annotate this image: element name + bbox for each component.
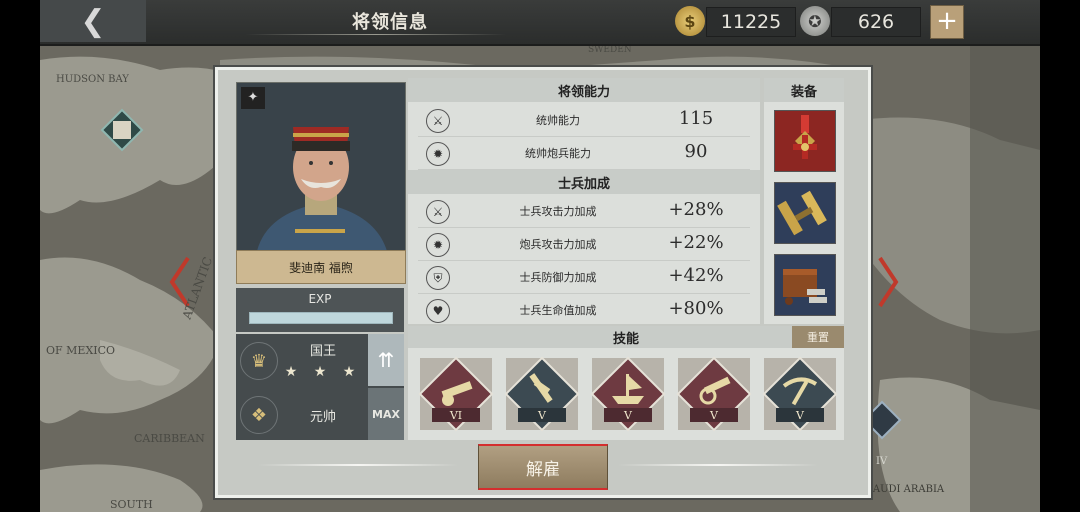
military-rank-row: ❖ 元帅: [236, 388, 366, 440]
scroll-icon: [113, 121, 131, 139]
skills-panel: 技能 重置 VI V V V V: [408, 326, 844, 440]
game-screen: IV HUDSON BAY OF MEXICO CARIBBEAN ATLANT…: [40, 0, 1040, 512]
chevron-left-icon: ❮: [80, 3, 106, 39]
general-portrait: ✦: [236, 82, 406, 252]
top-bar: ❮ 将领信息 $ 11225 ✪ 626 +: [40, 0, 1040, 46]
exp-label: EXP: [308, 292, 332, 306]
svg-text:V: V: [795, 409, 805, 422]
ship-skill-icon: V: [590, 356, 666, 432]
svg-text:V: V: [709, 409, 719, 422]
stats-panel: 将领能力 ⚔ 统帅能力 115 ✹ 统帅炮兵能力 90 士兵加成 ⚔ 士兵攻击力…: [408, 78, 760, 324]
upgrade-rank-button[interactable]: ⇈: [368, 334, 404, 386]
bonuses-header: 士兵加成: [408, 170, 760, 194]
svg-text:SWEDEN: SWEDEN: [588, 45, 632, 55]
exp-panel: EXP: [236, 288, 404, 332]
svg-text:HUDSON BAY: HUDSON BAY: [56, 74, 129, 85]
bonus-value: +80%: [668, 298, 724, 319]
gold-coin-icon: $: [675, 6, 705, 36]
skill-slot-bayonet[interactable]: V: [504, 356, 580, 432]
svg-text:CARIBBEAN: CARIBBEAN: [134, 432, 205, 445]
bonus-label: 士兵攻击力加成: [519, 205, 597, 218]
skill-slot-ship[interactable]: V: [590, 356, 666, 432]
plus-icon: +: [936, 6, 958, 36]
shield-icon: ⛨: [426, 266, 450, 290]
bonus-label: 士兵防御力加成: [519, 271, 597, 284]
svg-text:VI: VI: [449, 409, 462, 422]
equipment-slot-ammo[interactable]: [774, 254, 836, 316]
ability-label: 统帅炮兵能力: [525, 147, 591, 160]
exp-bar: [249, 312, 393, 324]
bonus-row: ♥ 士兵生命值加成 +80%: [418, 294, 750, 326]
add-currency-button[interactable]: +: [930, 5, 964, 39]
cannon-skill-icon: VI: [418, 356, 494, 432]
reset-skills-button[interactable]: 重置: [792, 326, 844, 348]
medal-icon: ✪: [800, 6, 830, 36]
svg-text:OF MEXICO: OF MEXICO: [46, 344, 115, 357]
ammo-box-icon: [783, 269, 827, 305]
bonus-row: ✹ 炮兵攻击力加成 +22%: [418, 228, 750, 261]
equipment-slot-binoculars[interactable]: [774, 182, 836, 244]
bonus-value: +22%: [668, 232, 724, 253]
skills-header: 技能: [408, 326, 844, 348]
ability-value: 90: [684, 141, 708, 162]
cannon-attack-icon: ✹: [426, 233, 450, 257]
crown-icon: ♛: [240, 342, 278, 380]
ability-row: ⚔ 统帅能力 115: [418, 104, 750, 137]
svg-text:SAUDI ARABIA: SAUDI ARABIA: [866, 484, 945, 495]
rank-title: 国王: [309, 344, 336, 359]
bayonet-skill-icon: V: [504, 356, 580, 432]
pickaxe-skill-icon: V: [762, 356, 838, 432]
svg-text:SOUTH: SOUTH: [110, 498, 153, 511]
military-rank: 元帅: [309, 410, 336, 425]
svg-text:IV: IV: [876, 456, 888, 467]
rank-stars: ★ ★ ★: [284, 364, 362, 380]
skill-slot-cannon[interactable]: VI: [418, 356, 494, 432]
crossed-swords-icon: ⚔: [426, 109, 450, 133]
equipment-header: 装备: [764, 78, 844, 102]
decorative-line-right: [618, 464, 818, 466]
artillery-skill-icon: V: [676, 356, 752, 432]
back-button[interactable]: ❮: [40, 0, 146, 42]
bonus-row: ⚔ 士兵攻击力加成 +28%: [418, 195, 750, 228]
max-label: MAX: [368, 388, 404, 440]
dismiss-general-button[interactable]: 解雇: [478, 444, 608, 490]
ability-value: 115: [678, 108, 714, 129]
page-title: 将领信息: [352, 12, 428, 33]
equipment-slot-medal[interactable]: [774, 110, 836, 172]
chevron-rank-icon: ❖: [240, 396, 278, 434]
decorative-line-left: [258, 464, 458, 466]
bonus-label: 炮兵攻击力加成: [519, 238, 597, 251]
bonus-label: 士兵生命值加成: [519, 304, 597, 317]
binoculars-icon: [777, 190, 827, 236]
medal-counter: 626: [831, 7, 921, 37]
exp-bar-fill: [250, 313, 392, 323]
sword-attack-icon: ⚔: [426, 200, 450, 224]
double-up-arrow-icon: ⇈: [377, 348, 395, 372]
cannon-icon: ✦: [241, 87, 265, 109]
title-underline: [246, 34, 506, 35]
bonus-row: ⛨ 士兵防御力加成 +42%: [418, 261, 750, 294]
general-name: 斐迪南 福煦: [289, 260, 353, 275]
general-info-dialog: ✦ 斐迪南 福煦 EXP ♛ 国王 ★ ★ ★ ⇈ ❖ 元帅 MAX 将领能力 …: [215, 67, 871, 498]
title-rank-row: ♛ 国王 ★ ★ ★: [236, 334, 366, 386]
bonus-value: +42%: [668, 265, 724, 286]
gold-counter: 11225: [706, 7, 796, 37]
skill-slot-pickaxe[interactable]: V: [762, 356, 838, 432]
cannon-icon: ✹: [426, 142, 450, 166]
ability-row: ✹ 统帅炮兵能力 90: [418, 137, 750, 170]
bonus-value: +28%: [668, 199, 724, 220]
skill-slot-artillery[interactable]: V: [676, 356, 752, 432]
title-container: 将领信息: [240, 0, 540, 42]
ability-label: 统帅能力: [536, 114, 580, 127]
rank-panel: ♛ 国王 ★ ★ ★ ⇈ ❖ 元帅 MAX: [236, 334, 404, 440]
abilities-header: 将领能力: [408, 78, 760, 102]
medal-cross-icon: [793, 115, 817, 159]
equipment-panel: 装备: [764, 78, 844, 324]
svg-text:V: V: [537, 409, 547, 422]
general-name-plate: 斐迪南 福煦: [236, 250, 406, 284]
svg-text:V: V: [623, 409, 633, 422]
heart-icon: ♥: [426, 299, 450, 323]
